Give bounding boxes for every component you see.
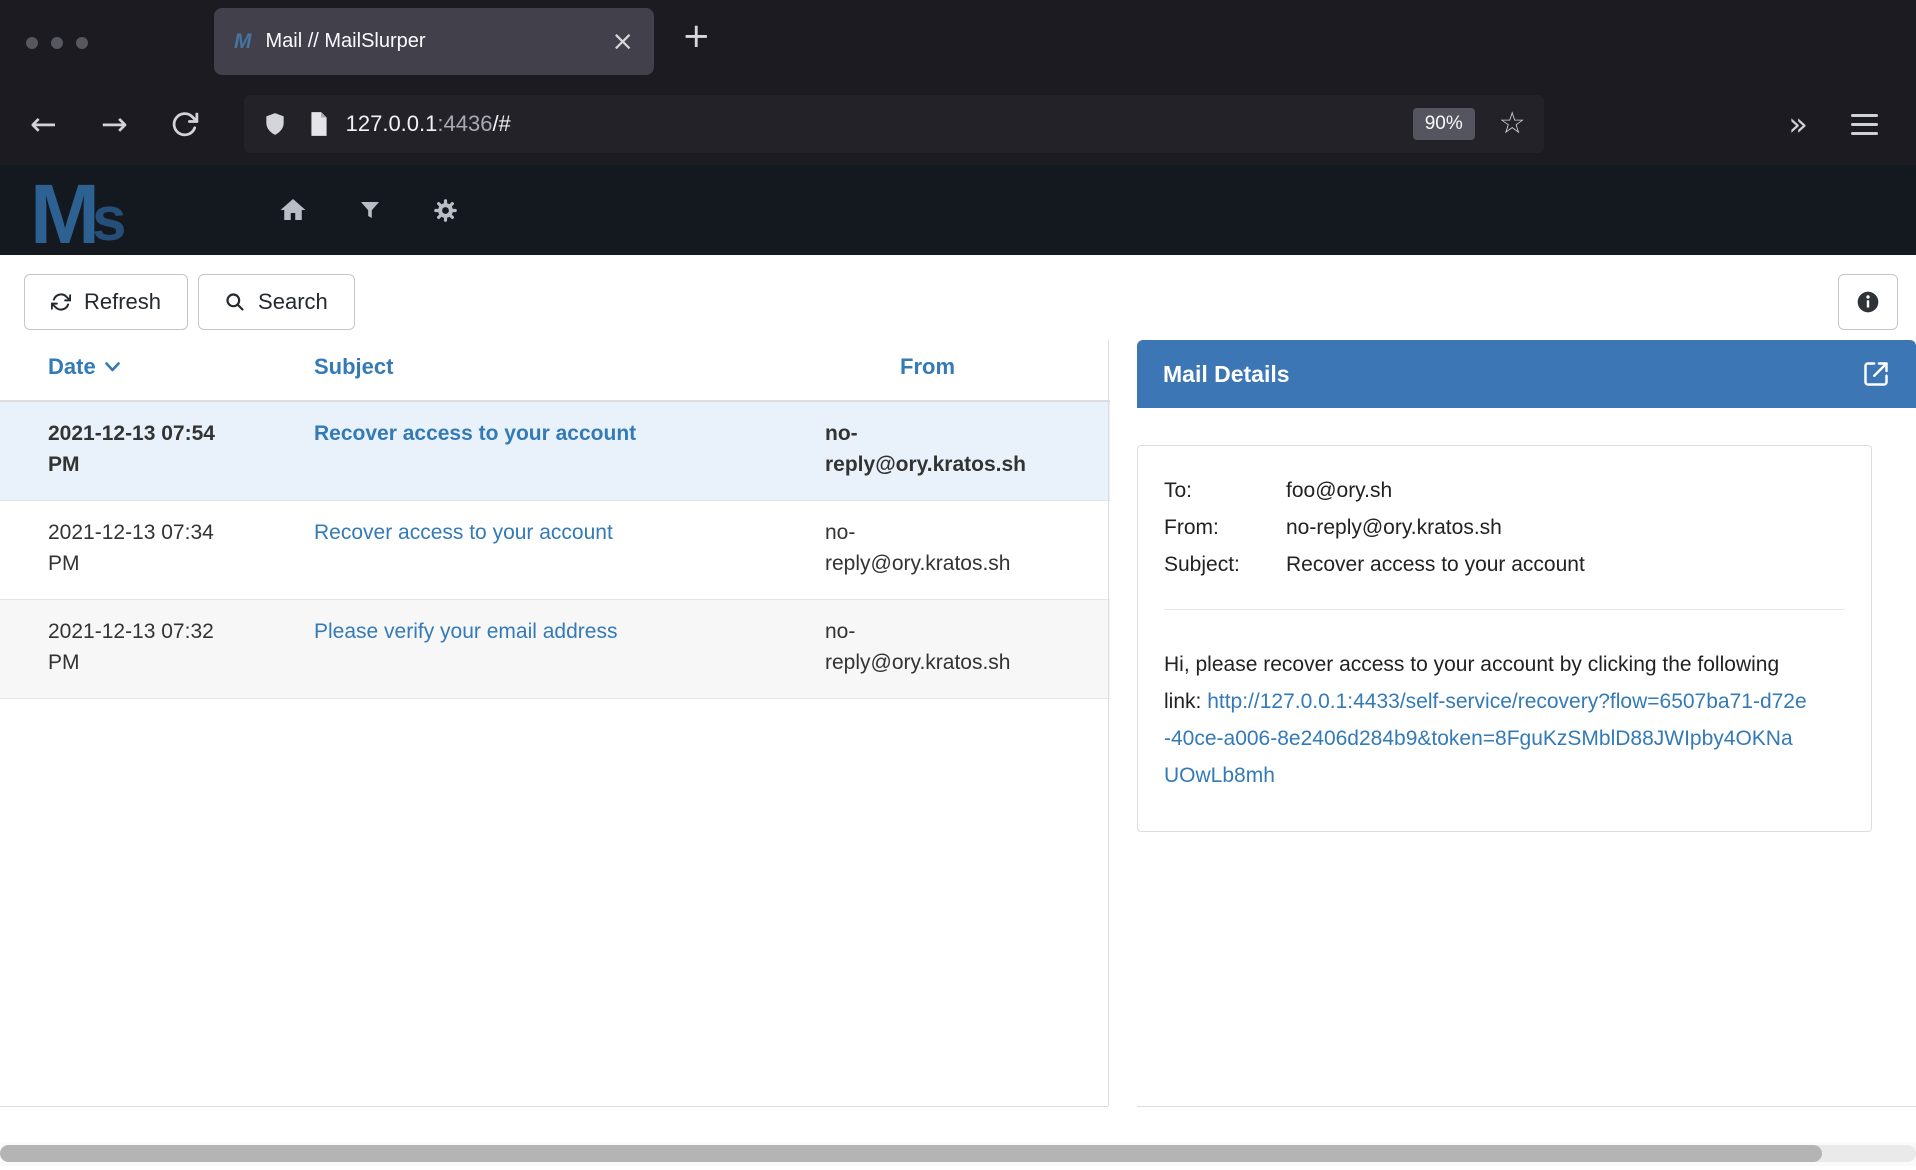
mail-row-from: no-reply@ory.kratos.sh <box>825 616 1110 678</box>
refresh-icon <box>51 292 71 312</box>
url-bar[interactable]: 127.0.0.1:4436/# 90% ☆ <box>244 95 1544 153</box>
mail-row[interactable]: 2021-12-13 07:34 PM Recover access to yo… <box>0 501 1110 600</box>
bookmark-star-icon[interactable]: ☆ <box>1499 109 1526 139</box>
to-label: To: <box>1164 472 1286 509</box>
refresh-label: Refresh <box>84 289 161 315</box>
from-value: no-reply@ory.kratos.sh <box>1286 509 1502 546</box>
reload-button[interactable] <box>170 109 200 139</box>
screen: M Mail // MailSlurper × + ← → 127.0.0.1:… <box>0 0 1916 1170</box>
filter-icon[interactable] <box>358 198 382 222</box>
mail-row-date: 2021-12-13 07:32 PM <box>0 616 314 678</box>
mail-details-header: Mail Details <box>1137 340 1916 408</box>
logo-letter-m: M <box>30 173 100 255</box>
mailslurper-logo: M s <box>30 165 126 255</box>
window-maximize-icon[interactable] <box>76 37 88 49</box>
tab-title: Mail // MailSlurper <box>266 30 598 53</box>
mail-list-header: Date Subject From <box>0 334 1110 402</box>
detail-from-row: From: no-reply@ory.kratos.sh <box>1164 509 1845 546</box>
subject-value: Recover access to your account <box>1286 546 1585 583</box>
to-value: foo@ory.sh <box>1286 472 1392 509</box>
gear-icon[interactable] <box>432 197 459 224</box>
search-label: Search <box>258 289 328 315</box>
subject-label: Subject: <box>1164 546 1286 583</box>
mail-row-subject-link[interactable]: Recover access to your account <box>314 418 825 480</box>
mail-row-subject-link[interactable]: Please verify your email address <box>314 616 825 678</box>
window-close-icon[interactable] <box>26 37 38 49</box>
mail-body: Hi, please recover access to your accoun… <box>1164 646 1845 794</box>
tab-close-icon[interactable]: × <box>611 28 634 55</box>
info-button[interactable] <box>1838 274 1898 330</box>
url-port: :4436 <box>437 111 492 136</box>
url-host: 127.0.0.1 <box>346 111 438 136</box>
mail-details-card: To: foo@ory.sh From: no-reply@ory.kratos… <box>1137 445 1872 832</box>
window-minimize-icon[interactable] <box>51 37 63 49</box>
column-header-from[interactable]: From <box>825 354 1110 380</box>
overflow-chevrons-icon[interactable]: » <box>1788 108 1808 140</box>
zoom-level-badge[interactable]: 90% <box>1413 108 1475 140</box>
horizontal-scrollbar[interactable] <box>0 1142 1916 1166</box>
browser-navbar: ← → 127.0.0.1:4436/# 90% ☆ » <box>0 83 1916 165</box>
hamburger-menu-icon[interactable] <box>1851 114 1878 135</box>
details-separator <box>1164 609 1845 610</box>
shield-icon[interactable] <box>262 111 288 137</box>
sort-caret-down-icon <box>105 362 120 372</box>
mail-row-date: 2021-12-13 07:54 PM <box>0 418 314 480</box>
window-controls[interactable] <box>26 37 88 49</box>
url-text[interactable]: 127.0.0.1:4436/# <box>346 111 511 137</box>
logo-letter-s: s <box>92 185 126 255</box>
mail-row-from: no-reply@ory.kratos.sh <box>825 517 1110 579</box>
url-path: /# <box>492 111 510 136</box>
tab-favicon-icon: M <box>234 30 252 54</box>
info-icon <box>1856 290 1880 314</box>
page-icon <box>308 111 330 137</box>
detail-to-row: To: foo@ory.sh <box>1164 472 1845 509</box>
new-tab-button[interactable]: + <box>682 16 711 56</box>
recovery-link[interactable]: http://127.0.0.1:4433/self-service/recov… <box>1164 690 1807 787</box>
search-icon <box>225 292 245 312</box>
back-button[interactable]: ← <box>30 108 57 140</box>
mail-row-date: 2021-12-13 07:34 PM <box>0 517 314 579</box>
open-external-icon[interactable] <box>1862 360 1890 388</box>
scrollbar-thumb[interactable] <box>0 1145 1822 1162</box>
column-header-subject[interactable]: Subject <box>314 354 825 380</box>
panel-divider <box>1108 340 1109 1106</box>
refresh-button[interactable]: Refresh <box>24 274 188 330</box>
mail-list: Date Subject From 2021-12-13 07:54 PM Re… <box>0 334 1110 699</box>
from-label: From: <box>1164 509 1286 546</box>
mail-row[interactable]: 2021-12-13 07:54 PM Recover access to yo… <box>0 402 1110 501</box>
mail-row-subject-link[interactable]: Recover access to your account <box>314 517 825 579</box>
browser-tab[interactable]: M Mail // MailSlurper × <box>214 8 654 75</box>
detail-subject-row: Subject: Recover access to your account <box>1164 546 1845 583</box>
browser-titlebar: M Mail // MailSlurper × + <box>0 0 1916 83</box>
home-icon[interactable] <box>278 195 308 225</box>
mail-row[interactable]: 2021-12-13 07:32 PM Please verify your e… <box>0 600 1110 699</box>
mail-row-from: no-reply@ory.kratos.sh <box>825 418 1110 480</box>
left-panel-bottom-border <box>0 1106 1108 1107</box>
search-button[interactable]: Search <box>198 274 355 330</box>
column-header-date[interactable]: Date <box>0 354 314 380</box>
forward-button[interactable]: → <box>101 108 128 140</box>
right-panel-bottom-border <box>1137 1106 1916 1107</box>
mail-details-title: Mail Details <box>1163 361 1862 388</box>
app-header: M s <box>0 165 1916 255</box>
